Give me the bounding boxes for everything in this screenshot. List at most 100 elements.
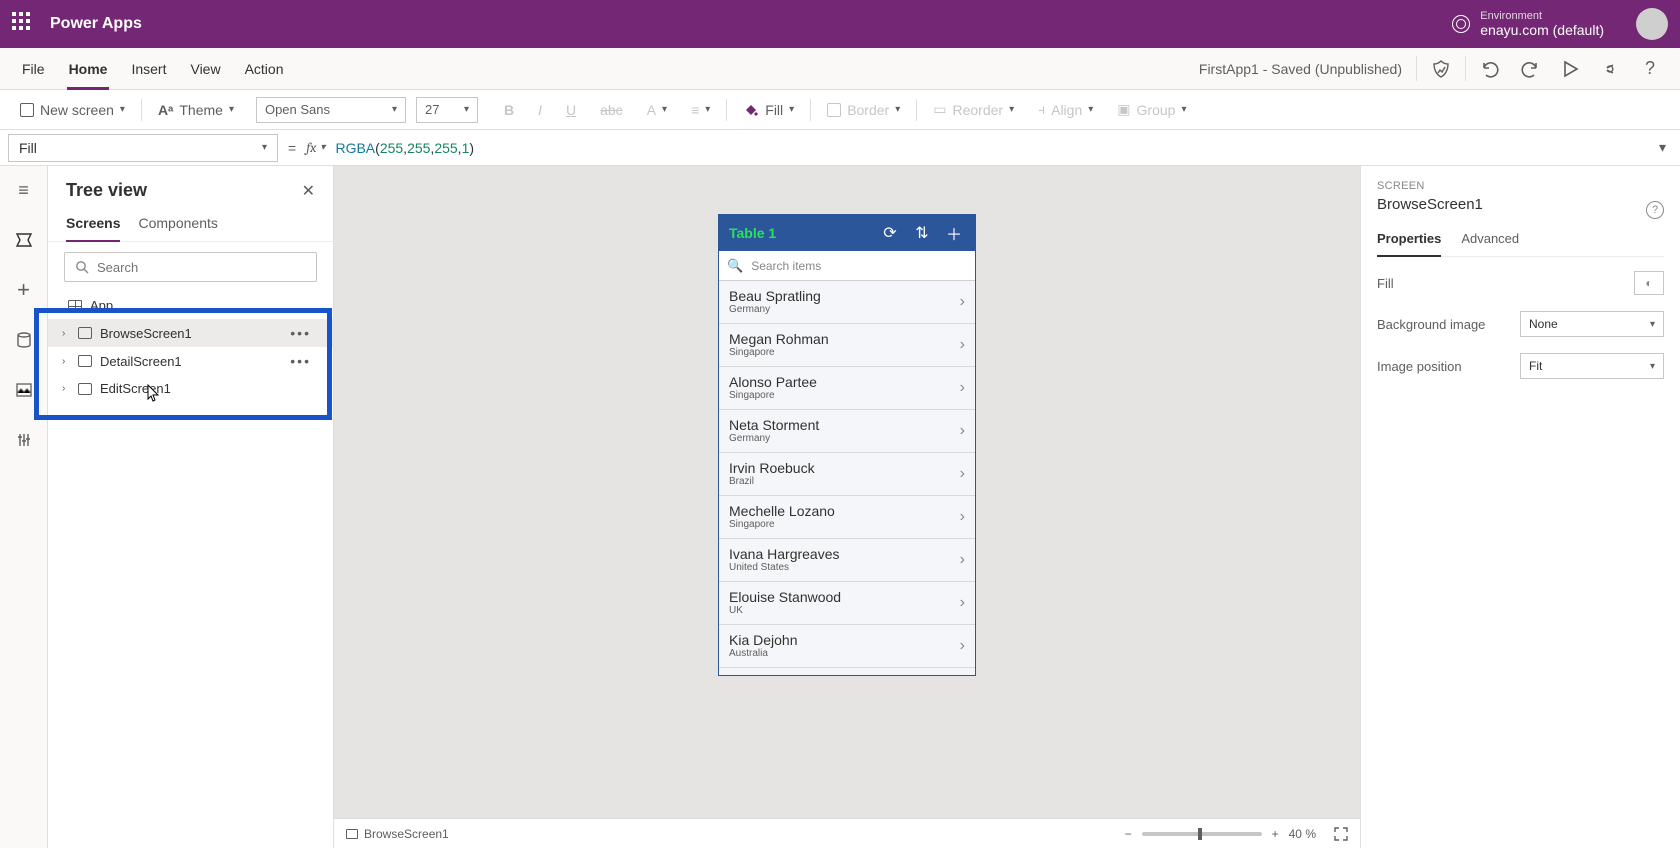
chevron-right-icon[interactable]: › [960, 594, 965, 612]
chevron-right-icon[interactable]: › [62, 328, 65, 339]
redo-button[interactable] [1510, 48, 1550, 89]
prop-fill-label: Fill [1377, 276, 1394, 291]
properties-help-button[interactable]: ? [1646, 201, 1664, 219]
rail-advanced-tools-icon[interactable] [8, 424, 40, 456]
list-item-sub: Germany [729, 304, 952, 316]
list-item[interactable]: Beau SpratlingGermany › [719, 281, 975, 324]
zoom-out-button[interactable]: − [1125, 827, 1132, 841]
app-launcher-icon[interactable] [12, 12, 36, 36]
app-checker-icon[interactable] [1421, 48, 1461, 89]
text-align-button: ≡▾ [679, 90, 722, 129]
formula-input[interactable]: RGBA(255, 255, 255, 1) [335, 140, 1643, 156]
list-item[interactable]: Mechelle LozanoSingapore› [719, 496, 975, 539]
reorder-label: Reorder [952, 102, 1003, 118]
menu-tab-file[interactable]: File [10, 48, 57, 89]
list-item[interactable]: Tamica Trickett› [719, 668, 975, 675]
breadcrumb[interactable]: BrowseScreen1 [346, 827, 449, 841]
property-selector[interactable]: Fill ▾ [8, 134, 278, 162]
screen-icon [346, 829, 358, 839]
menu-tab-action[interactable]: Action [233, 48, 296, 89]
tree-node-screen[interactable]: ›BrowseScreen1••• [48, 319, 333, 347]
tree-node-more-button[interactable]: ••• [290, 325, 317, 341]
search-icon: 🔍 [727, 258, 743, 274]
user-avatar[interactable] [1636, 8, 1668, 40]
list-item[interactable]: Ivana HargreavesUnited States› [719, 539, 975, 582]
fit-to-window-button[interactable] [1334, 827, 1348, 841]
tree-tab-screens[interactable]: Screens [66, 207, 120, 241]
list-item-sub: UK [729, 605, 952, 617]
chevron-right-icon[interactable]: › [62, 383, 65, 394]
group-button: ▣Group▾ [1105, 90, 1198, 129]
tree-tab-components[interactable]: Components [138, 207, 217, 241]
chevron-right-icon[interactable]: › [960, 379, 965, 397]
list-item[interactable]: Irvin RoebuckBrazil› [719, 453, 975, 496]
theme-button[interactable]: Aᵃ Theme ▾ [146, 90, 246, 129]
tree-view-close-button[interactable]: ✕ [302, 181, 315, 201]
fx-icon[interactable]: fx ▾ [306, 139, 325, 156]
chevron-right-icon[interactable]: › [960, 551, 965, 569]
chevron-right-icon[interactable]: › [960, 293, 965, 311]
list-item[interactable]: Alonso ParteeSingapore› [719, 367, 975, 410]
properties-tab-advanced[interactable]: Advanced [1461, 225, 1519, 256]
help-button[interactable]: ? [1630, 48, 1670, 89]
chevron-right-icon[interactable]: › [960, 422, 965, 440]
menu-tab-view[interactable]: View [178, 48, 232, 89]
font-size-select[interactable]: 27▾ [416, 97, 478, 123]
undo-button[interactable] [1470, 48, 1510, 89]
chevron-right-icon[interactable]: › [960, 336, 965, 354]
tree-node-app-label: App [90, 298, 113, 313]
menu-tab-insert[interactable]: Insert [119, 48, 178, 89]
list-item-name: Elouise Stanwood [729, 589, 952, 605]
menu-bar: File Home Insert View Action FirstApp1 -… [0, 48, 1680, 90]
menu-tab-home[interactable]: Home [57, 48, 120, 89]
refresh-icon[interactable]: ⟳ [879, 223, 901, 243]
new-screen-button[interactable]: New screen ▾ [8, 90, 137, 129]
app-icon [68, 300, 82, 312]
play-button[interactable] [1550, 48, 1590, 89]
rail-insert-icon[interactable]: + [8, 274, 40, 306]
rail-tree-view-icon[interactable] [8, 224, 40, 256]
font-family-select[interactable]: Open Sans▾ [256, 97, 406, 123]
list-item[interactable]: Neta StormentGermany› [719, 410, 975, 453]
fill-button[interactable]: Fill▾ [731, 90, 806, 129]
tree-node-more-button[interactable]: ••• [290, 353, 317, 369]
rail-data-icon[interactable] [8, 324, 40, 356]
list-item[interactable]: Megan RohmanSingapore› [719, 324, 975, 367]
list-item-sub: Germany [729, 433, 952, 445]
environment-selector[interactable]: Environment enayu.com (default) [1452, 10, 1604, 39]
tree-node-app[interactable]: App [48, 292, 333, 319]
chevron-right-icon[interactable]: › [960, 637, 965, 655]
chevron-right-icon[interactable]: › [62, 356, 65, 367]
list-item[interactable]: Kia DejohnAustralia› [719, 625, 975, 668]
tree-search-input[interactable] [97, 260, 306, 275]
list-item-sub: United States [729, 562, 952, 574]
tree-node-screen[interactable]: ›DetailScreen1••• [48, 347, 333, 375]
rail-media-icon[interactable] [8, 374, 40, 406]
font-color-button: A▾ [635, 90, 679, 129]
screen-icon [78, 383, 92, 395]
properties-tab-properties[interactable]: Properties [1377, 225, 1441, 256]
strikethrough-button: abc [588, 90, 635, 129]
list-item[interactable]: Elouise StanwoodUK › [719, 582, 975, 625]
chevron-right-icon[interactable]: › [960, 508, 965, 526]
formula-expand-button[interactable]: ▾ [1653, 139, 1672, 156]
prop-imgpos-value: Fit [1529, 359, 1542, 373]
italic-button: I [526, 90, 554, 129]
tree-node-screen[interactable]: ›EditScreen1 [48, 375, 333, 402]
tree-search[interactable] [64, 252, 317, 282]
chevron-right-icon[interactable]: › [960, 465, 965, 483]
list-item-name: Beau Spratling [729, 288, 952, 304]
preview-search[interactable]: 🔍 Search items [719, 251, 975, 281]
screen-icon [78, 327, 92, 339]
sort-icon[interactable]: ⇅ [911, 223, 933, 243]
prop-imgpos-select[interactable]: Fit▾ [1520, 353, 1664, 379]
zoom-slider[interactable] [1142, 832, 1262, 836]
app-preview[interactable]: Table 1 ⟳ ⇅ ＋ 🔍 Search items Beau Spratl… [718, 214, 976, 676]
add-icon[interactable]: ＋ [943, 221, 965, 245]
zoom-value: 40 % [1289, 827, 1316, 841]
share-button[interactable] [1590, 48, 1630, 89]
zoom-in-button[interactable]: + [1272, 827, 1279, 841]
prop-bgimage-select[interactable]: None▾ [1520, 311, 1664, 337]
rail-hamburger-icon[interactable]: ≡ [8, 174, 40, 206]
prop-fill-swatch[interactable]: ◐ [1634, 271, 1664, 295]
